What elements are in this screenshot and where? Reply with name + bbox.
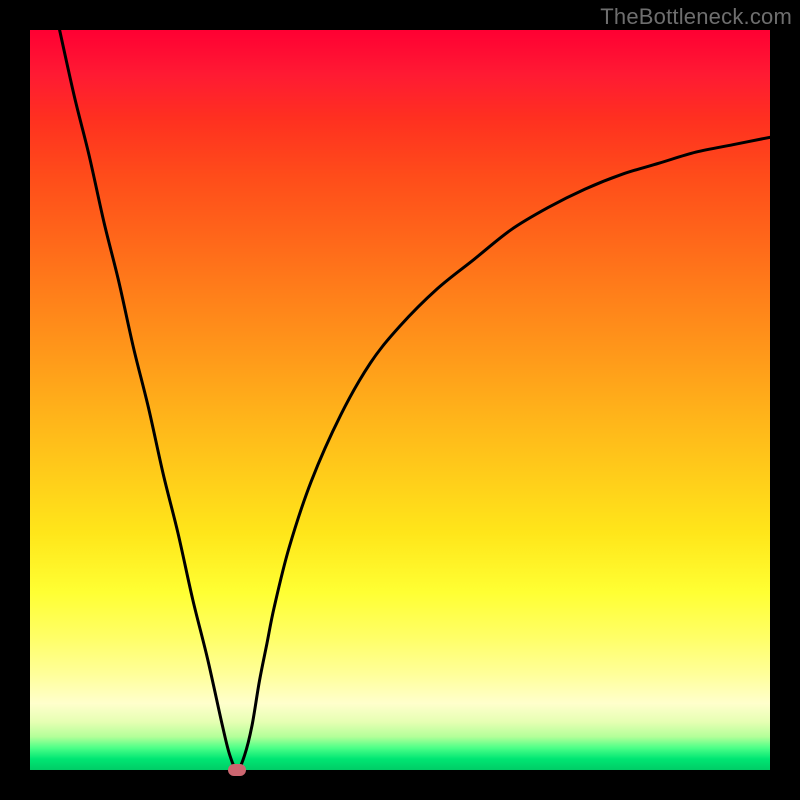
curve-svg	[30, 30, 770, 770]
min-marker	[228, 764, 246, 776]
watermark-text: TheBottleneck.com	[600, 4, 792, 30]
chart-frame: TheBottleneck.com	[0, 0, 800, 800]
bottleneck-curve-path	[60, 30, 770, 770]
plot-area	[30, 30, 770, 770]
